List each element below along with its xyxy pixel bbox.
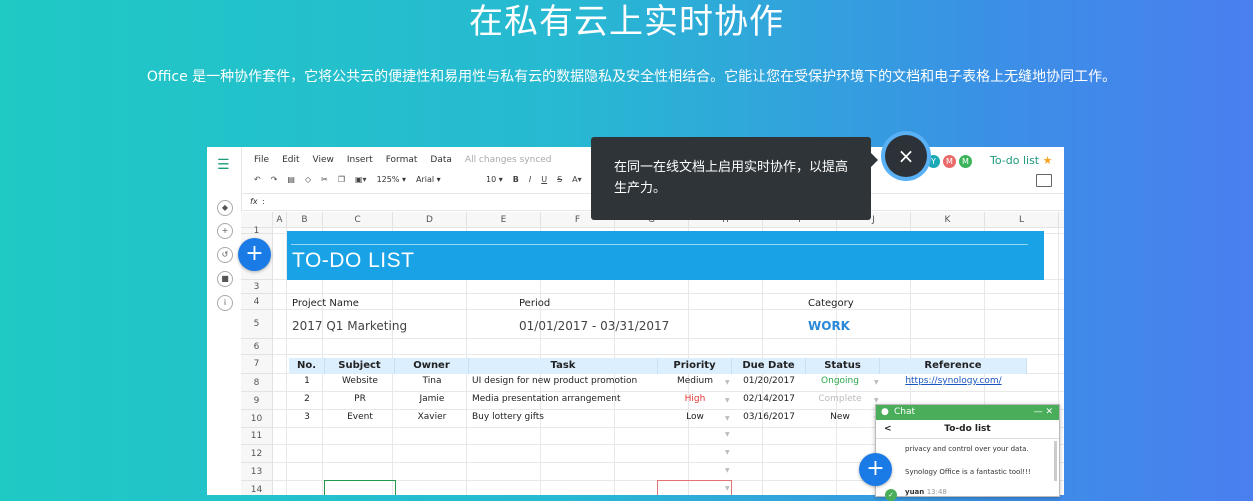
- cell-task[interactable]: UI design for new product promotion: [472, 376, 658, 386]
- chat-window-controls[interactable]: — ✕: [1034, 405, 1053, 420]
- chat-header: ● Chat — ✕: [876, 405, 1059, 420]
- chat-title: To-do list: [944, 424, 991, 434]
- cell-owner[interactable]: Jamie: [395, 394, 469, 404]
- grid-line: [273, 338, 1064, 339]
- dropdown-caret-icon[interactable]: ▼: [725, 397, 730, 404]
- row-header[interactable]: 10: [241, 410, 273, 428]
- cell-subject[interactable]: Website: [325, 376, 395, 386]
- row-header[interactable]: 7: [241, 355, 273, 374]
- cell-priority[interactable]: High: [658, 394, 732, 404]
- cell-reference[interactable]: https://synology.com/: [880, 376, 1027, 386]
- chat-user-avatar: ✓: [885, 489, 897, 501]
- column-header[interactable]: A: [273, 212, 287, 228]
- column-header[interactable]: M: [1059, 212, 1064, 228]
- cell-subject[interactable]: PR: [325, 394, 395, 404]
- tooltip-arrow: [871, 153, 878, 167]
- header-priority: Priority: [658, 358, 732, 374]
- cell-no[interactable]: 1: [289, 376, 325, 386]
- banner-rule: [291, 244, 1028, 245]
- cell-due[interactable]: 01/20/2017: [732, 376, 806, 386]
- grid-line: [273, 309, 1064, 310]
- column-header[interactable]: B: [287, 212, 323, 228]
- hero-description: Office 是一种协作套件，它将公共云的便捷性和易用性与私有云的数据隐私及安全…: [146, 69, 1117, 85]
- todo-banner: TO-DO LIST: [287, 231, 1044, 280]
- header-subject: Subject: [325, 358, 395, 374]
- row-header[interactable]: 5: [241, 310, 273, 339]
- cell-status[interactable]: New: [806, 412, 874, 422]
- grid-line: [273, 354, 1064, 355]
- header-no: No.: [289, 358, 325, 374]
- grid-line: [273, 293, 1064, 294]
- selected-cell[interactable]: [324, 480, 396, 495]
- category-value[interactable]: WORK: [808, 319, 850, 333]
- cell-no[interactable]: 3: [289, 412, 325, 422]
- back-icon[interactable]: <: [884, 420, 892, 438]
- header-owner: Owner: [395, 358, 469, 374]
- column-header[interactable]: L: [985, 212, 1059, 228]
- remote-cursor-cell: [657, 480, 732, 495]
- chat-icon: ●: [881, 407, 889, 417]
- hero-title: 在私有云上实时协作: [469, 2, 784, 42]
- cell-owner[interactable]: Xavier: [395, 412, 469, 422]
- row-header[interactable]: 14: [241, 481, 273, 495]
- collab-tooltip: 在同一在线文档上启用实时协作，以提高生产力。: [591, 137, 878, 220]
- cell-due[interactable]: 02/14/2017: [732, 394, 806, 404]
- column-header[interactable]: D: [393, 212, 467, 228]
- column-header[interactable]: E: [467, 212, 541, 228]
- row-header[interactable]: 12: [241, 445, 273, 463]
- header-status: Status: [806, 358, 880, 374]
- banner-title: TO-DO LIST: [292, 249, 415, 272]
- dropdown-caret-icon[interactable]: ▼: [874, 379, 879, 386]
- grid-line: [273, 391, 1064, 392]
- dropdown-caret-icon[interactable]: ▼: [725, 379, 730, 386]
- header-reference: Reference: [880, 358, 1027, 374]
- period-value[interactable]: 01/01/2017 - 03/31/2017: [519, 319, 669, 333]
- header-due-date: Due Date: [732, 358, 806, 374]
- dropdown-caret-icon[interactable]: ▼: [725, 467, 730, 474]
- period-label: Period: [519, 298, 551, 309]
- project-name-label: Project Name: [292, 298, 359, 309]
- dropdown-caret-icon[interactable]: ▼: [725, 449, 730, 456]
- dropdown-caret-icon[interactable]: ▼: [725, 415, 730, 422]
- cell-status[interactable]: Complete: [806, 394, 874, 404]
- cell-priority[interactable]: Low: [658, 412, 732, 422]
- cell-no[interactable]: 2: [289, 394, 325, 404]
- add-hotspot-button[interactable]: +: [238, 238, 271, 271]
- row-header[interactable]: 4: [241, 294, 273, 310]
- header-task: Task: [469, 358, 658, 374]
- chat-header-label: Chat: [894, 407, 916, 417]
- cell-task[interactable]: Media presentation arrangement: [472, 394, 658, 404]
- category-label: Category: [808, 298, 854, 309]
- column-header[interactable]: C: [323, 212, 393, 228]
- close-button[interactable]: ×: [885, 135, 927, 177]
- row-header[interactable]: 6: [241, 339, 273, 355]
- cell-subject[interactable]: Event: [325, 412, 395, 422]
- row-header[interactable]: 9: [241, 392, 273, 410]
- dropdown-caret-icon[interactable]: ▼: [725, 431, 730, 438]
- cell-task[interactable]: Buy lottery gifts: [472, 412, 658, 422]
- cell-due[interactable]: 03/16/2017: [732, 412, 806, 422]
- project-name-value[interactable]: 2017 Q1 Marketing: [292, 319, 407, 333]
- chat-message: privacy and control over your data.: [905, 445, 1029, 453]
- add-hotspot-button[interactable]: +: [859, 453, 892, 486]
- cell-status[interactable]: Ongoing: [806, 376, 874, 386]
- cell-owner[interactable]: Tina: [395, 376, 469, 386]
- cell-priority[interactable]: Medium: [658, 376, 732, 386]
- row-header[interactable]: 8: [241, 374, 273, 392]
- dropdown-caret-icon[interactable]: ▼: [874, 397, 879, 404]
- tooltip-text: 在同一在线文档上启用实时协作，以提高生产力。: [614, 160, 849, 196]
- row-header[interactable]: 11: [241, 428, 273, 445]
- column-header[interactable]: K: [911, 212, 985, 228]
- chat-message: Synology Office is a fantastic tool!!!: [905, 468, 1031, 476]
- chat-scrollbar[interactable]: [1054, 441, 1057, 481]
- chat-subheader: < To-do list: [876, 420, 1059, 439]
- row-header[interactable]: 3: [241, 280, 273, 294]
- row-header[interactable]: 13: [241, 463, 273, 481]
- chat-panel: ● Chat — ✕ < To-do list privacy and cont…: [875, 404, 1060, 501]
